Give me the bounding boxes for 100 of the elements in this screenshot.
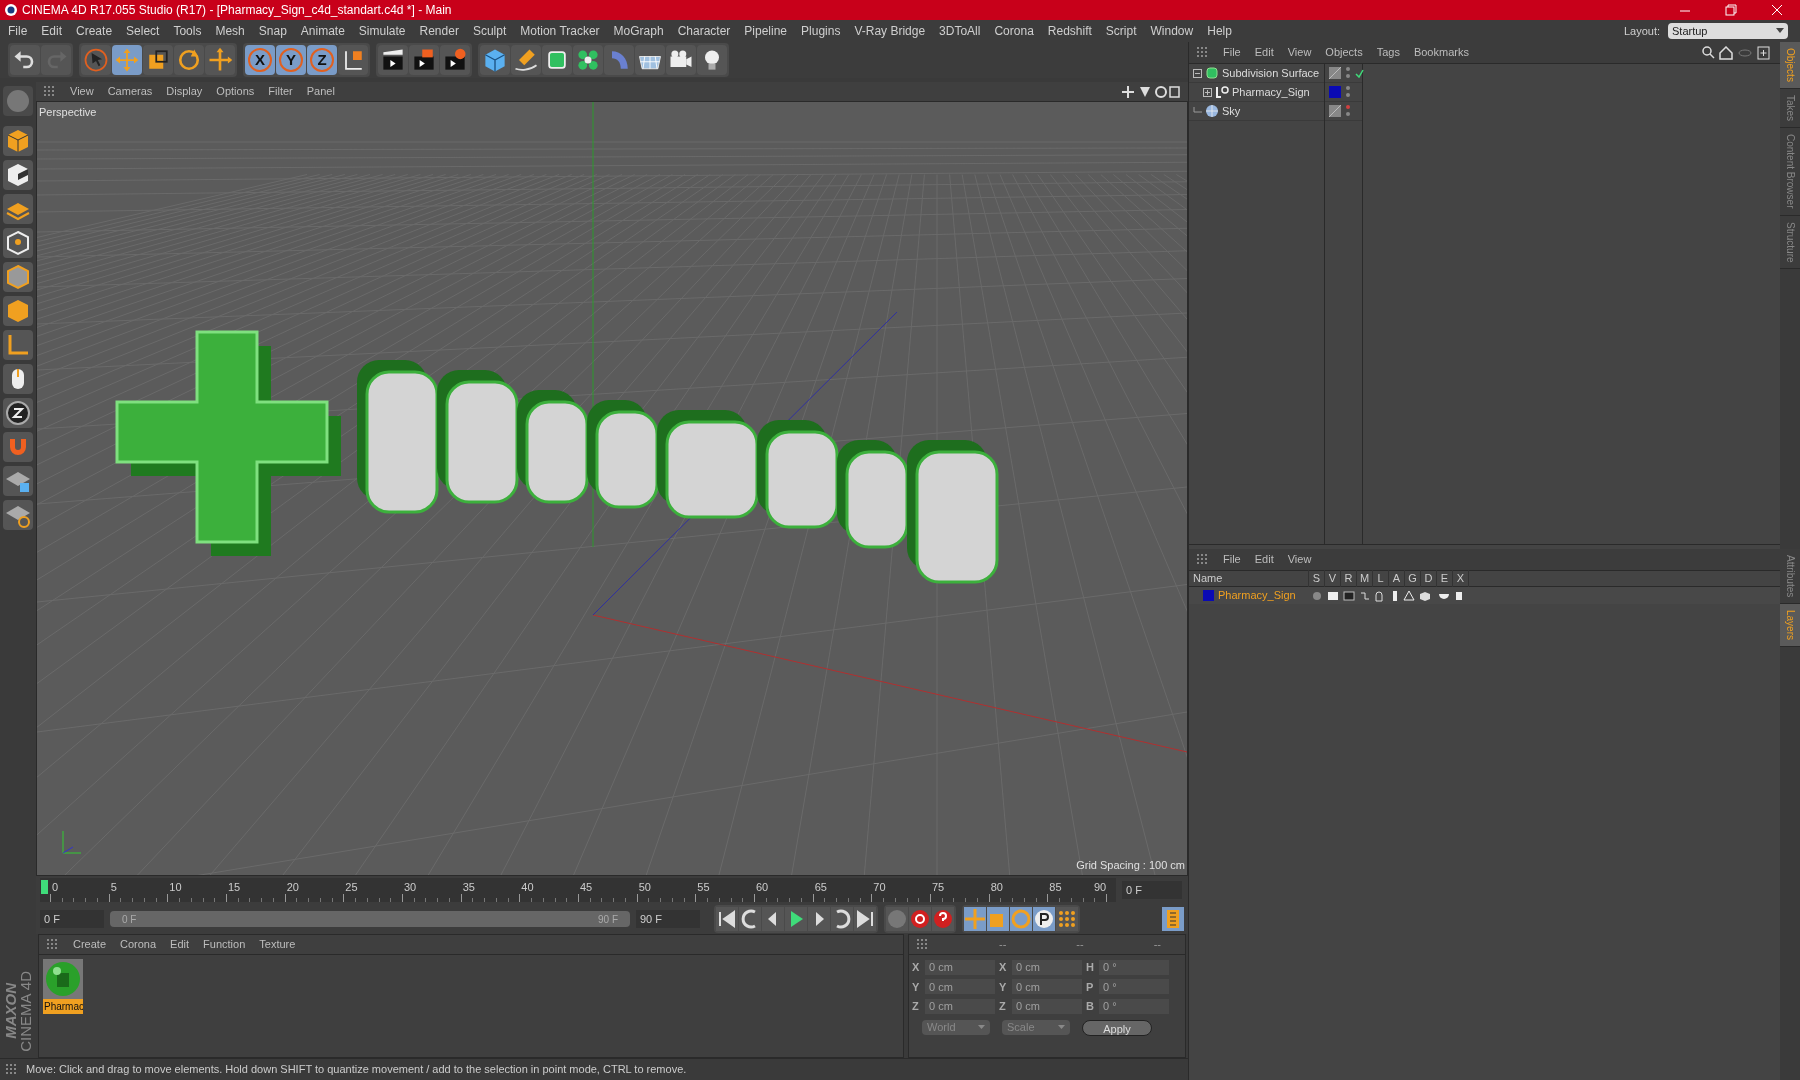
move-key-icon[interactable]	[962, 906, 988, 932]
panel-grip-icon[interactable]	[6, 1063, 18, 1076]
axis-lock-button[interactable]: X	[248, 48, 272, 72]
coordinate-field[interactable]: 0 °	[1099, 998, 1169, 1014]
menu-item[interactable]: Tags	[1376, 44, 1400, 61]
panel-grip-icon[interactable]	[47, 938, 59, 951]
visibility-dots-icon[interactable]	[1345, 104, 1351, 118]
coordinate-field[interactable]: 0 cm	[925, 959, 995, 975]
menu-item[interactable]: Create	[73, 936, 107, 953]
object-name[interactable]: Sky	[1222, 102, 1241, 120]
layer-color-swatch[interactable]	[1329, 86, 1341, 98]
coordinate-field[interactable]: 0 °	[1099, 979, 1169, 995]
object-name[interactable]: Subdivision Surface	[1222, 64, 1320, 82]
column-header[interactable]: L	[1373, 570, 1389, 587]
menu-item[interactable]: Simulate	[358, 22, 406, 40]
end-frame-field[interactable]: 90 F	[636, 910, 700, 928]
apply-button[interactable]: Apply	[1082, 1019, 1152, 1036]
panel-grip-icon[interactable]	[1197, 46, 1209, 59]
menu-item[interactable]: Pipeline	[744, 22, 788, 40]
panel-grip-icon[interactable]	[1197, 553, 1209, 566]
side-tab[interactable]: Objects	[1780, 42, 1800, 89]
viewport-controls-icon[interactable]	[1120, 84, 1180, 99]
coordinate-field[interactable]: 0 cm	[925, 979, 995, 995]
visibility-dots-icon[interactable]	[1345, 85, 1351, 99]
menu-item[interactable]: Corona	[994, 22, 1034, 40]
coordinate-field[interactable]: 0 cm	[1012, 979, 1082, 995]
menu-item[interactable]: Mesh	[215, 22, 245, 40]
menu-item[interactable]: View	[70, 83, 94, 100]
menu-item[interactable]: Options	[216, 83, 255, 100]
menu-item[interactable]: File	[1223, 551, 1241, 568]
enabled-check-icon[interactable]	[1355, 68, 1364, 78]
column-header[interactable]: E	[1437, 570, 1453, 587]
manager-tools-icon[interactable]	[1702, 45, 1772, 60]
menu-item[interactable]: Plugins	[801, 22, 841, 40]
menu-item[interactable]: Corona	[120, 936, 157, 953]
column-header[interactable]: A	[1389, 570, 1405, 587]
menu-item[interactable]: Edit	[170, 936, 190, 953]
menu-item[interactable]: Edit	[1254, 44, 1274, 61]
start-frame-field[interactable]: 0 F	[40, 910, 104, 928]
cursor-icon[interactable]	[82, 46, 110, 74]
panel-grip-icon[interactable]	[917, 938, 929, 951]
menu-item[interactable]: MoGraph	[613, 22, 664, 40]
axis-lock-button[interactable]: Z	[310, 48, 334, 72]
menu-item[interactable]: Edit	[41, 22, 63, 40]
menu-item[interactable]: Cameras	[107, 83, 153, 100]
coordinate-field[interactable]: 0 cm	[1012, 959, 1082, 975]
column-header[interactable]: D	[1421, 570, 1437, 587]
menu-item[interactable]: Script	[1105, 22, 1137, 40]
current-frame-field[interactable]: 0 F	[1122, 881, 1182, 899]
menu-item[interactable]: Objects	[1325, 44, 1363, 61]
menu-item[interactable]: View	[1287, 44, 1312, 61]
restore-icon[interactable]	[1722, 1, 1740, 19]
visibility-dots-icon[interactable]	[1345, 66, 1351, 80]
expand-icon[interactable]	[1203, 87, 1212, 97]
menu-item[interactable]: Snap	[258, 22, 287, 40]
column-header[interactable]: M	[1357, 570, 1373, 587]
menu-item[interactable]: Render	[419, 22, 459, 40]
layer-color-swatch[interactable]	[1203, 590, 1214, 601]
coordinate-field[interactable]: 0 cm	[925, 998, 995, 1014]
menu-item[interactable]: Select	[126, 22, 160, 40]
menu-item[interactable]: Create	[76, 22, 113, 40]
menu-item[interactable]: View	[1287, 551, 1312, 568]
menu-item[interactable]: Bookmarks	[1413, 44, 1469, 61]
column-header[interactable]: V	[1325, 570, 1341, 587]
menu-item[interactable]: File	[1223, 44, 1241, 61]
menu-item[interactable]: Texture	[259, 936, 296, 953]
side-tab[interactable]: Layers	[1780, 604, 1800, 648]
coordinate-field[interactable]: 0 cm	[1012, 998, 1082, 1014]
menu-item[interactable]: Window	[1150, 22, 1194, 40]
column-header[interactable]: X	[1453, 570, 1469, 587]
menu-item[interactable]: Tools	[173, 22, 202, 40]
menu-item[interactable]: Filter	[268, 83, 293, 100]
column-header[interactable]: G	[1405, 570, 1421, 587]
menu-item[interactable]: Edit	[1254, 551, 1274, 568]
menu-item[interactable]: Redshift	[1047, 22, 1092, 40]
menu-item[interactable]: Sculpt	[472, 22, 507, 40]
axis-lock-button[interactable]: Y	[279, 48, 303, 72]
panel-grip-icon[interactable]	[44, 85, 56, 98]
collapse-icon[interactable]	[1193, 68, 1202, 78]
material-name[interactable]: Pharmac	[43, 999, 83, 1014]
menu-item[interactable]: File	[8, 22, 28, 40]
menu-item[interactable]: Motion Tracker	[520, 22, 600, 40]
layout-dropdown[interactable]: Startup	[1668, 23, 1788, 39]
menu-item[interactable]: Display	[166, 83, 203, 100]
menu-item[interactable]: Function	[203, 936, 246, 953]
object-name[interactable]: Pharmacy_Sign	[1232, 83, 1310, 101]
coordinate-field[interactable]: 0 °	[1099, 959, 1169, 975]
timeline-ruler[interactable]: 0 5 10 15 20 25 30 35 40 45 50 55 60 65 70 75 80 85 90	[40, 878, 1116, 902]
menu-item[interactable]: Animate	[300, 22, 345, 40]
column-header[interactable]: Name	[1189, 570, 1309, 587]
column-header[interactable]: R	[1341, 570, 1357, 587]
menu-item[interactable]: 3DToAll	[939, 22, 981, 40]
edge-mode-icon[interactable]	[4, 263, 32, 291]
menu-item[interactable]: Character	[677, 22, 731, 40]
layer-name[interactable]: Pharmacy_Sign	[1218, 587, 1296, 604]
point-mode-icon[interactable]	[4, 229, 32, 257]
material-preview-icon[interactable]	[43, 959, 83, 999]
menu-item[interactable]: V-Ray Bridge	[854, 22, 926, 40]
menu-item[interactable]: Panel	[306, 83, 335, 100]
column-header[interactable]: S	[1309, 570, 1325, 587]
